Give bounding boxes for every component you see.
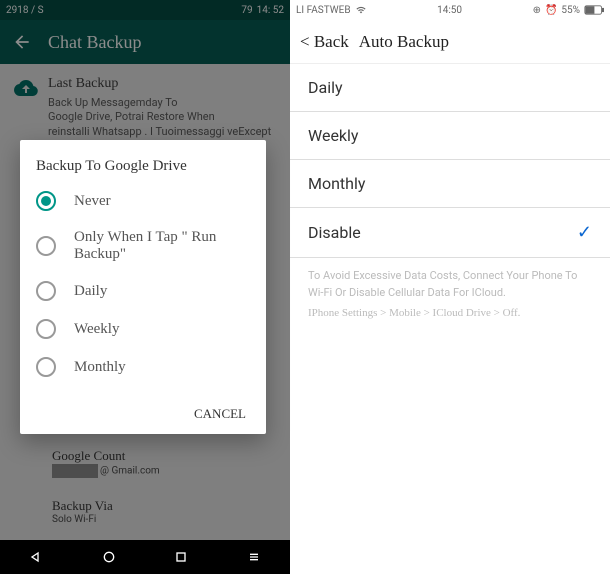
radio-weekly[interactable]: Weekly [36, 319, 250, 339]
option-disable[interactable]: Disable ✓ [290, 208, 610, 258]
radio-label-monthly: Monthly [74, 359, 126, 376]
header-title-right: Auto Backup [359, 32, 449, 52]
nav-recent-icon[interactable] [173, 549, 189, 565]
back-button-right[interactable]: < Back [300, 32, 349, 52]
option-label: Disable [308, 223, 361, 242]
radio-icon [36, 281, 56, 301]
radio-only-tap[interactable]: Only When I Tap " Run Backup" [36, 229, 250, 263]
radio-icon [36, 236, 56, 256]
clock-icon: ⏰ [545, 5, 557, 16]
option-weekly[interactable]: Weekly [290, 112, 610, 160]
battery-right: 55% [561, 5, 580, 16]
radio-daily[interactable]: Daily [36, 281, 250, 301]
auto-backup-list: Daily Weekly Monthly Disable ✓ [290, 64, 610, 258]
backup-frequency-dialog: Backup To Google Drive Never Only When I… [20, 140, 266, 434]
status-bar-right: LI FASTWEB 14:50 ⊕ ⏰ 55% [290, 0, 610, 20]
info-text: To Avoid Excessive Data Costs, Connect Y… [290, 258, 610, 332]
nav-home-icon[interactable] [101, 549, 117, 565]
radio-monthly[interactable]: Monthly [36, 357, 250, 377]
radio-label-daily: Daily [74, 283, 107, 300]
battery-icon [584, 5, 604, 15]
wifi-icon [355, 5, 367, 15]
cancel-button[interactable]: CANCEL [194, 406, 246, 422]
info-line2: IPhone Settings > Mobile > ICloud Drive … [308, 305, 592, 322]
time-right: 14:50 [437, 5, 462, 16]
checkmark-icon: ✓ [577, 222, 592, 243]
radio-label-only-tap: Only When I Tap " Run Backup" [74, 229, 250, 263]
left-phone: 2918 / S 79 14: 52 Chat Backup Last Back… [0, 0, 290, 574]
nav-back-icon[interactable] [28, 549, 44, 565]
radio-icon [36, 319, 56, 339]
app-header-right: < Back Auto Backup [290, 20, 610, 64]
info-line1: To Avoid Excessive Data Costs, Connect Y… [308, 268, 592, 301]
option-daily[interactable]: Daily [290, 64, 610, 112]
nav-menu-icon[interactable] [246, 549, 262, 565]
radio-label-never: Never [74, 193, 111, 210]
dialog-title: Backup To Google Drive [36, 158, 250, 175]
radio-never[interactable]: Never [36, 191, 250, 211]
radio-icon [36, 357, 56, 377]
option-label: Weekly [308, 126, 359, 145]
option-label: Monthly [308, 174, 365, 193]
alarm-icon: ⊕ [533, 5, 541, 16]
carrier-text: LI FASTWEB [296, 5, 351, 16]
android-navbar [0, 540, 290, 574]
option-label: Daily [308, 78, 343, 97]
radio-icon [36, 191, 56, 211]
radio-label-weekly: Weekly [74, 321, 119, 338]
right-phone: LI FASTWEB 14:50 ⊕ ⏰ 55% < Back Auto Bac… [290, 0, 610, 574]
option-monthly[interactable]: Monthly [290, 160, 610, 208]
